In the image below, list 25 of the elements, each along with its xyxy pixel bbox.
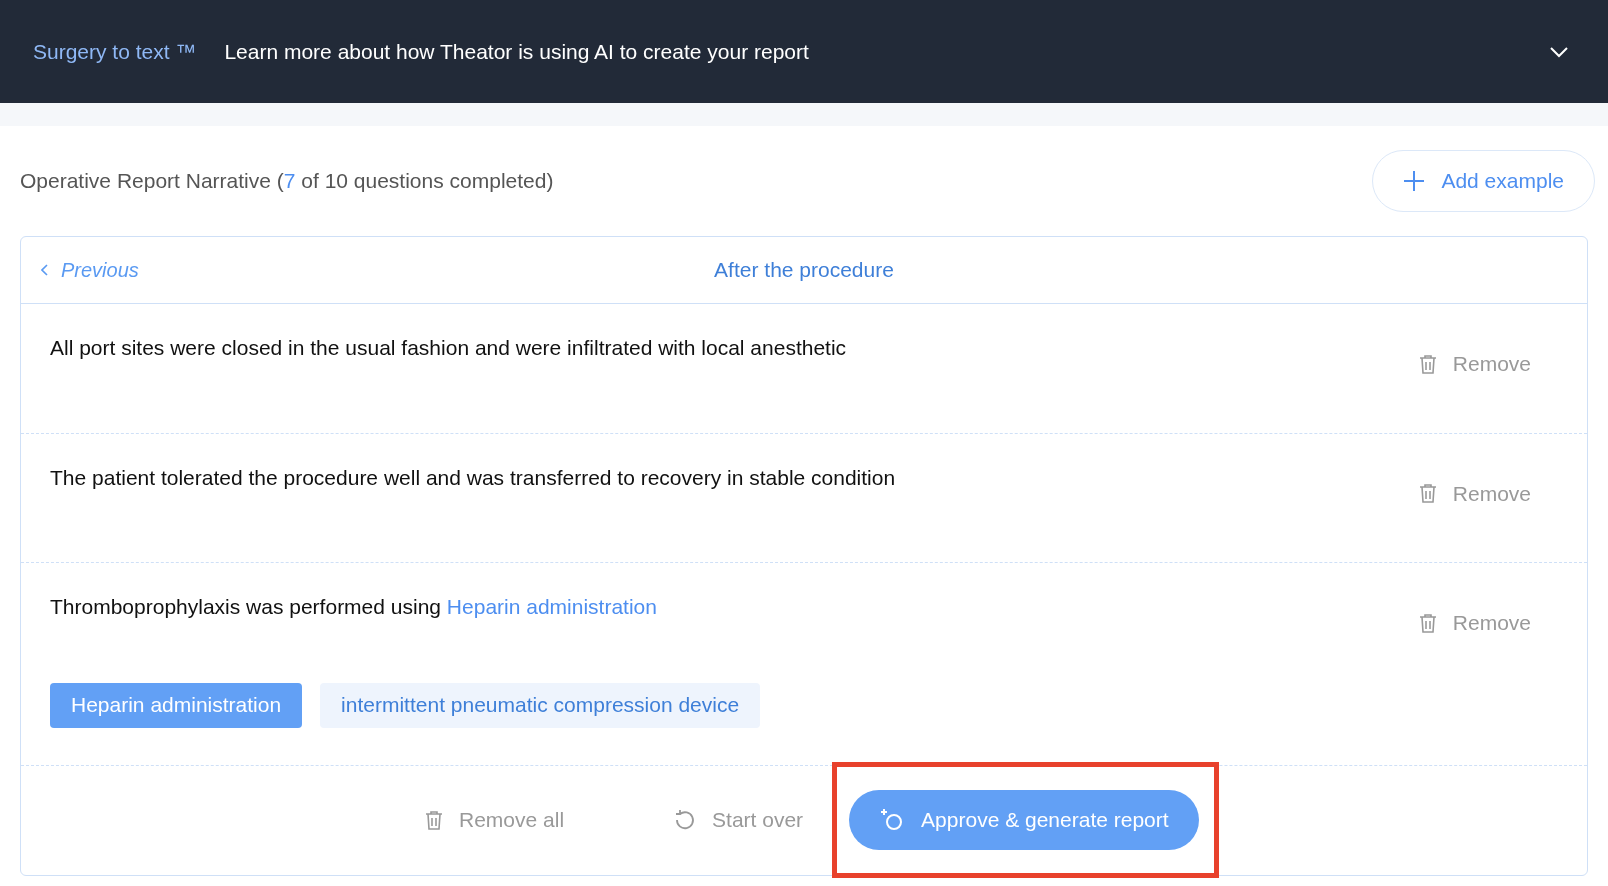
statement-text: Thromboprophylaxis was performed using Heparin administration [50,594,657,620]
remove-all-button[interactable]: Remove all [425,804,565,836]
trash-icon [1418,483,1437,504]
chevron-icon[interactable] [1549,45,1569,58]
trash-icon [425,810,443,830]
start-over-button[interactable]: Start over [674,804,804,836]
remove-button[interactable]: Remove [1418,607,1531,639]
remove-button[interactable]: Remove [1418,477,1531,509]
section-title: After the procedure [714,257,894,284]
remove-button[interactable]: Remove [1418,348,1531,380]
statement-link[interactable]: Heparin administration [446,595,657,618]
statement-text: The patient tolerated the procedure well and was transferred to recovery in stable condition [50,464,896,491]
approve-button[interactable]: Approve & generate report [849,790,1199,850]
option-chip[interactable]: Heparin administration [50,682,303,728]
banner-message: Learn more about how Theator is using AI to create your report [224,38,810,65]
brand-label: Surgery to text ™ [33,38,197,65]
previous-link[interactable]: Previous [41,255,139,285]
undo-icon [674,809,697,831]
chevron-left-icon [41,264,49,276]
plus-icon [1403,170,1426,192]
statement-text: All port sites were closed in the usual fashion and were infiltrated with local anesthetic [50,335,847,361]
report-title: Operative Report Narrative (7 of 10 questions completed) [20,168,554,195]
trash-icon [1418,353,1437,374]
trash-icon [1418,612,1437,633]
option-chip[interactable]: intermittent pneumatic compression device [320,682,761,728]
